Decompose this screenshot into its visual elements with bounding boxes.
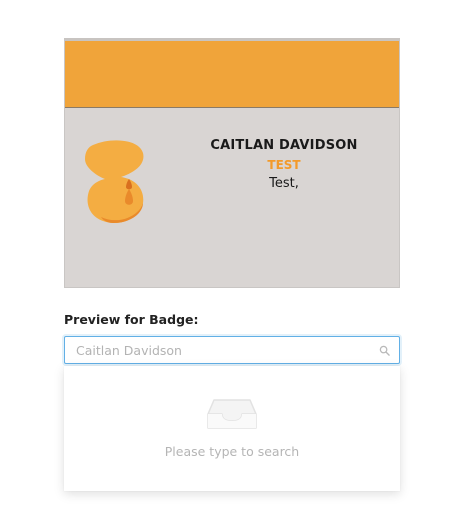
preview-label: Preview for Badge: — [64, 312, 199, 327]
badge-attendee-name: CAITLAN DAVIDSON — [210, 138, 358, 153]
badge-header-band — [65, 41, 399, 108]
badge-preview: CAITLAN DAVIDSON TEST Test, — [64, 38, 400, 288]
eventbrite-logo-icon — [85, 140, 144, 223]
badge-attendee-info: CAITLAN DAVIDSON TEST Test, — [185, 137, 383, 193]
badge-job-title: Test, — [269, 176, 299, 191]
preview-search-box[interactable] — [64, 336, 400, 364]
badge-company: TEST — [267, 158, 301, 172]
inbox-icon — [207, 399, 257, 429]
empty-search-message: Please type to search — [164, 444, 300, 459]
preview-search-input[interactable] — [65, 337, 365, 363]
search-icon[interactable] — [379, 345, 390, 356]
search-results-dropdown: Please type to search — [64, 366, 400, 491]
